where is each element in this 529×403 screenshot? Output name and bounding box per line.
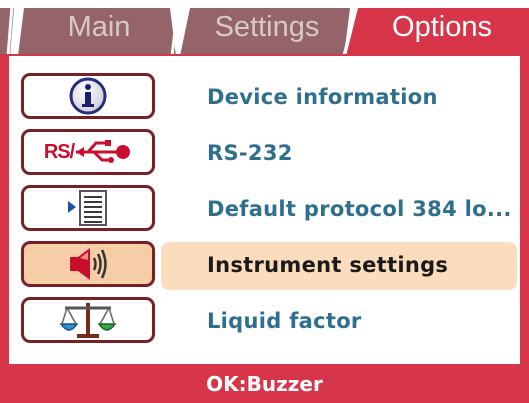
info-icon (69, 77, 107, 115)
liquid-factor-button[interactable] (21, 297, 155, 343)
default-protocol-button[interactable] (21, 185, 155, 231)
tab-bar: Main Settings Options (0, 0, 529, 56)
menu-item-label: RS-232 (207, 141, 293, 165)
protocol-list-icon (68, 190, 107, 226)
tab-settings[interactable]: Settings (192, 8, 342, 46)
menu-item-default-protocol[interactable]: Default protocol 384 lo... (9, 182, 520, 236)
menu-item-label: Liquid factor (207, 309, 362, 333)
tab-main[interactable]: Main (34, 8, 164, 46)
options-screen: Main Settings Options Device information (0, 0, 529, 403)
speaker-icon (70, 248, 107, 280)
menu-item-instrument-settings[interactable]: Instrument settings (9, 238, 520, 292)
tab-options[interactable]: Options (362, 8, 522, 46)
device-information-button[interactable] (21, 73, 155, 119)
rs-232-button[interactable]: RS/ (21, 129, 155, 175)
menu-item-device-information[interactable]: Device information (9, 70, 520, 124)
menu-item-liquid-factor[interactable]: Liquid factor (9, 294, 520, 348)
rs-icon-text: RS/ (43, 140, 75, 163)
menu-item-label: Default protocol 384 lo... (207, 197, 512, 221)
instrument-settings-button[interactable] (21, 241, 155, 287)
menu-item-label: Instrument settings (207, 253, 449, 277)
menu-item-rs-232[interactable]: RS/ RS-232 (9, 126, 520, 180)
balance-scale-icon (59, 303, 117, 338)
status-bar: OK:Buzzer (0, 364, 529, 403)
softkey-ok-buzzer[interactable]: OK:Buzzer (206, 372, 323, 396)
menu-item-label: Device information (207, 85, 438, 109)
usb-icon (76, 140, 131, 163)
